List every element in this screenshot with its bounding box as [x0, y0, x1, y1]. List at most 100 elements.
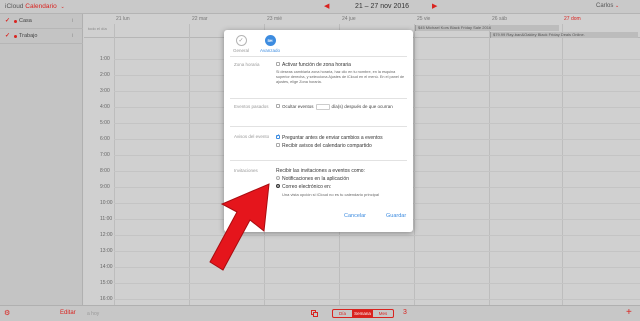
- next-week-button[interactable]: ▶: [432, 2, 437, 10]
- section-divider: [230, 126, 407, 127]
- chevron-down-icon: ⌄: [60, 4, 65, 10]
- cancel-button[interactable]: Cancelar: [344, 213, 366, 219]
- invitations-section-label: Invitaciones: [234, 168, 258, 173]
- arrow-shape: [209, 183, 270, 271]
- edit-button[interactable]: Editar: [60, 310, 76, 316]
- day-column-divider: [114, 24, 115, 305]
- hour-line: [114, 299, 640, 300]
- hour-label: 14:00: [100, 264, 113, 270]
- prev-week-button[interactable]: ◀: [324, 2, 329, 10]
- section-divider: [230, 98, 407, 99]
- calendar-color-dot: [14, 20, 17, 23]
- view-month-button[interactable]: Mes: [373, 310, 393, 317]
- hour-label: 4:00: [100, 104, 110, 110]
- timezone-section-label: Zona horaria: [234, 62, 260, 67]
- hour-label: 1:00: [100, 56, 110, 62]
- view-switcher: Día Semana Mes: [332, 309, 394, 318]
- shared-alerts-option[interactable]: Recibir avisos del calendario compartido: [276, 142, 372, 149]
- tab-general[interactable]: ✓ General: [228, 35, 254, 53]
- timezone-checkbox[interactable]: [276, 61, 280, 66]
- timezone-option[interactable]: Activar función de zona horaria: [276, 61, 351, 68]
- brand-label: iCloud: [5, 3, 24, 10]
- hour-label: 9:00: [100, 184, 110, 190]
- timezone-description: Si deseas cambiarla zona horaria, haz cl…: [276, 70, 405, 84]
- calendars-stack-icon[interactable]: [311, 310, 319, 317]
- past-events-option[interactable]: Ocultar eventos día(s) después de que ocu…: [276, 104, 407, 110]
- check-icon[interactable]: ✓: [5, 32, 10, 39]
- info-icon[interactable]: i: [72, 33, 73, 39]
- event-alerts-section-label: Avisos del evento: [234, 134, 270, 139]
- email-hint: Una vista opción si iCloud no es tu cale…: [282, 192, 379, 197]
- gear-icon[interactable]: ⚙: [4, 309, 10, 317]
- shared-alerts-checkbox[interactable]: [276, 142, 280, 147]
- today-button[interactable]: 3: [403, 309, 407, 316]
- app-name: Calendario: [25, 3, 57, 10]
- user-name: Carlos: [596, 3, 614, 9]
- day-header: 24 jue: [342, 16, 356, 22]
- chevron-down-icon: ⌄: [615, 3, 620, 9]
- tab-label: General: [232, 48, 249, 53]
- info-icon[interactable]: i: [72, 18, 73, 24]
- red-arrow-annotation: [209, 183, 270, 271]
- hour-line: [114, 283, 640, 284]
- ask-before-sending-option[interactable]: Preguntar antes de enviar cambios a even…: [276, 133, 383, 141]
- add-event-button[interactable]: +: [626, 307, 632, 318]
- all-day-event[interactable]: $45 Michael Kors Black Friday Sale 2016: [415, 25, 559, 31]
- option-label: Activar función de zona horaria: [282, 62, 351, 68]
- option-label: Notificaciones en la aplicación: [282, 176, 349, 182]
- hour-label: 3:00: [100, 88, 110, 94]
- top-bar: iCloud Calendario ⌄ ◀ 21 – 27 nov 2016 ▶…: [0, 0, 640, 14]
- advanced-icon: 5H: [264, 35, 276, 46]
- section-divider: [230, 56, 407, 57]
- section-divider: [230, 160, 407, 161]
- day-header: 21 lun: [116, 16, 130, 22]
- view-day-button[interactable]: Día: [333, 310, 353, 317]
- day-column-divider: [414, 24, 415, 305]
- calendar-item-casa[interactable]: ✓ Casa i: [0, 14, 83, 29]
- save-button[interactable]: Guardar: [386, 213, 406, 219]
- all-day-event[interactable]: $79.99 Ray-ban&Oakley Black Friday Deals…: [490, 32, 638, 38]
- option-label: día(s) después de que ocurran: [331, 104, 393, 110]
- view-week-button[interactable]: Semana: [353, 310, 373, 317]
- hour-label: 11:00: [100, 216, 113, 222]
- general-icon: ✓: [235, 35, 247, 46]
- hour-label: 8:00: [100, 168, 110, 174]
- user-menu[interactable]: Carlos ⌄: [596, 3, 619, 9]
- go-to-today-hint: a hoy: [87, 310, 100, 317]
- ask-before-sending-checkbox[interactable]: [276, 133, 280, 139]
- tab-label: Avanzado: [260, 48, 280, 53]
- hour-label: 2:00: [100, 72, 110, 78]
- hour-label: 6:00: [100, 136, 110, 142]
- hour-label: 15:00: [100, 280, 113, 286]
- tab-advanced[interactable]: 5H Avanzado: [257, 35, 283, 53]
- option-label: Recibir avisos del calendario compartido: [282, 143, 372, 149]
- hide-events-checkbox[interactable]: [276, 104, 280, 108]
- calendar-color-dot: [14, 35, 17, 38]
- calendar-item-trabajo[interactable]: ✓ Trabajo i: [0, 29, 83, 44]
- past-events-section-label: Eventos pasados: [234, 104, 269, 109]
- option-label: Ocultar eventos: [282, 104, 314, 110]
- hour-label: 7:00: [100, 152, 110, 158]
- day-header: 23 mié: [267, 16, 283, 22]
- hour-label: 12:00: [100, 232, 113, 238]
- day-header-today: 27 dom: [564, 16, 581, 22]
- invitations-intro: Recibir las invitaciones a eventos como:: [276, 168, 365, 174]
- hour-label: 16:00: [100, 296, 113, 302]
- stack-square: [313, 312, 318, 317]
- calendar-sidebar: ✓ Casa i ✓ Trabajo i: [0, 14, 83, 305]
- day-column-divider: [562, 24, 563, 305]
- days-input[interactable]: [315, 104, 330, 110]
- option-label: Preguntar antes de enviar cambios a even…: [282, 135, 383, 141]
- day-header: 26 sáb: [492, 16, 508, 22]
- all-day-label: todo el día: [88, 26, 107, 31]
- day-header: 25 vie: [417, 16, 431, 22]
- hour-label: 5:00: [100, 120, 110, 126]
- hour-label: 10:00: [100, 200, 113, 206]
- day-column-divider: [489, 24, 490, 305]
- app-brand[interactable]: iCloud Calendario ⌄: [5, 3, 65, 10]
- day-header: 22 mar: [192, 16, 208, 22]
- week-range-title: 21 – 27 nov 2016: [354, 2, 410, 10]
- calendar-name: Trabajo: [19, 33, 38, 39]
- hour-label: 13:00: [100, 248, 113, 254]
- check-icon[interactable]: ✓: [5, 17, 10, 24]
